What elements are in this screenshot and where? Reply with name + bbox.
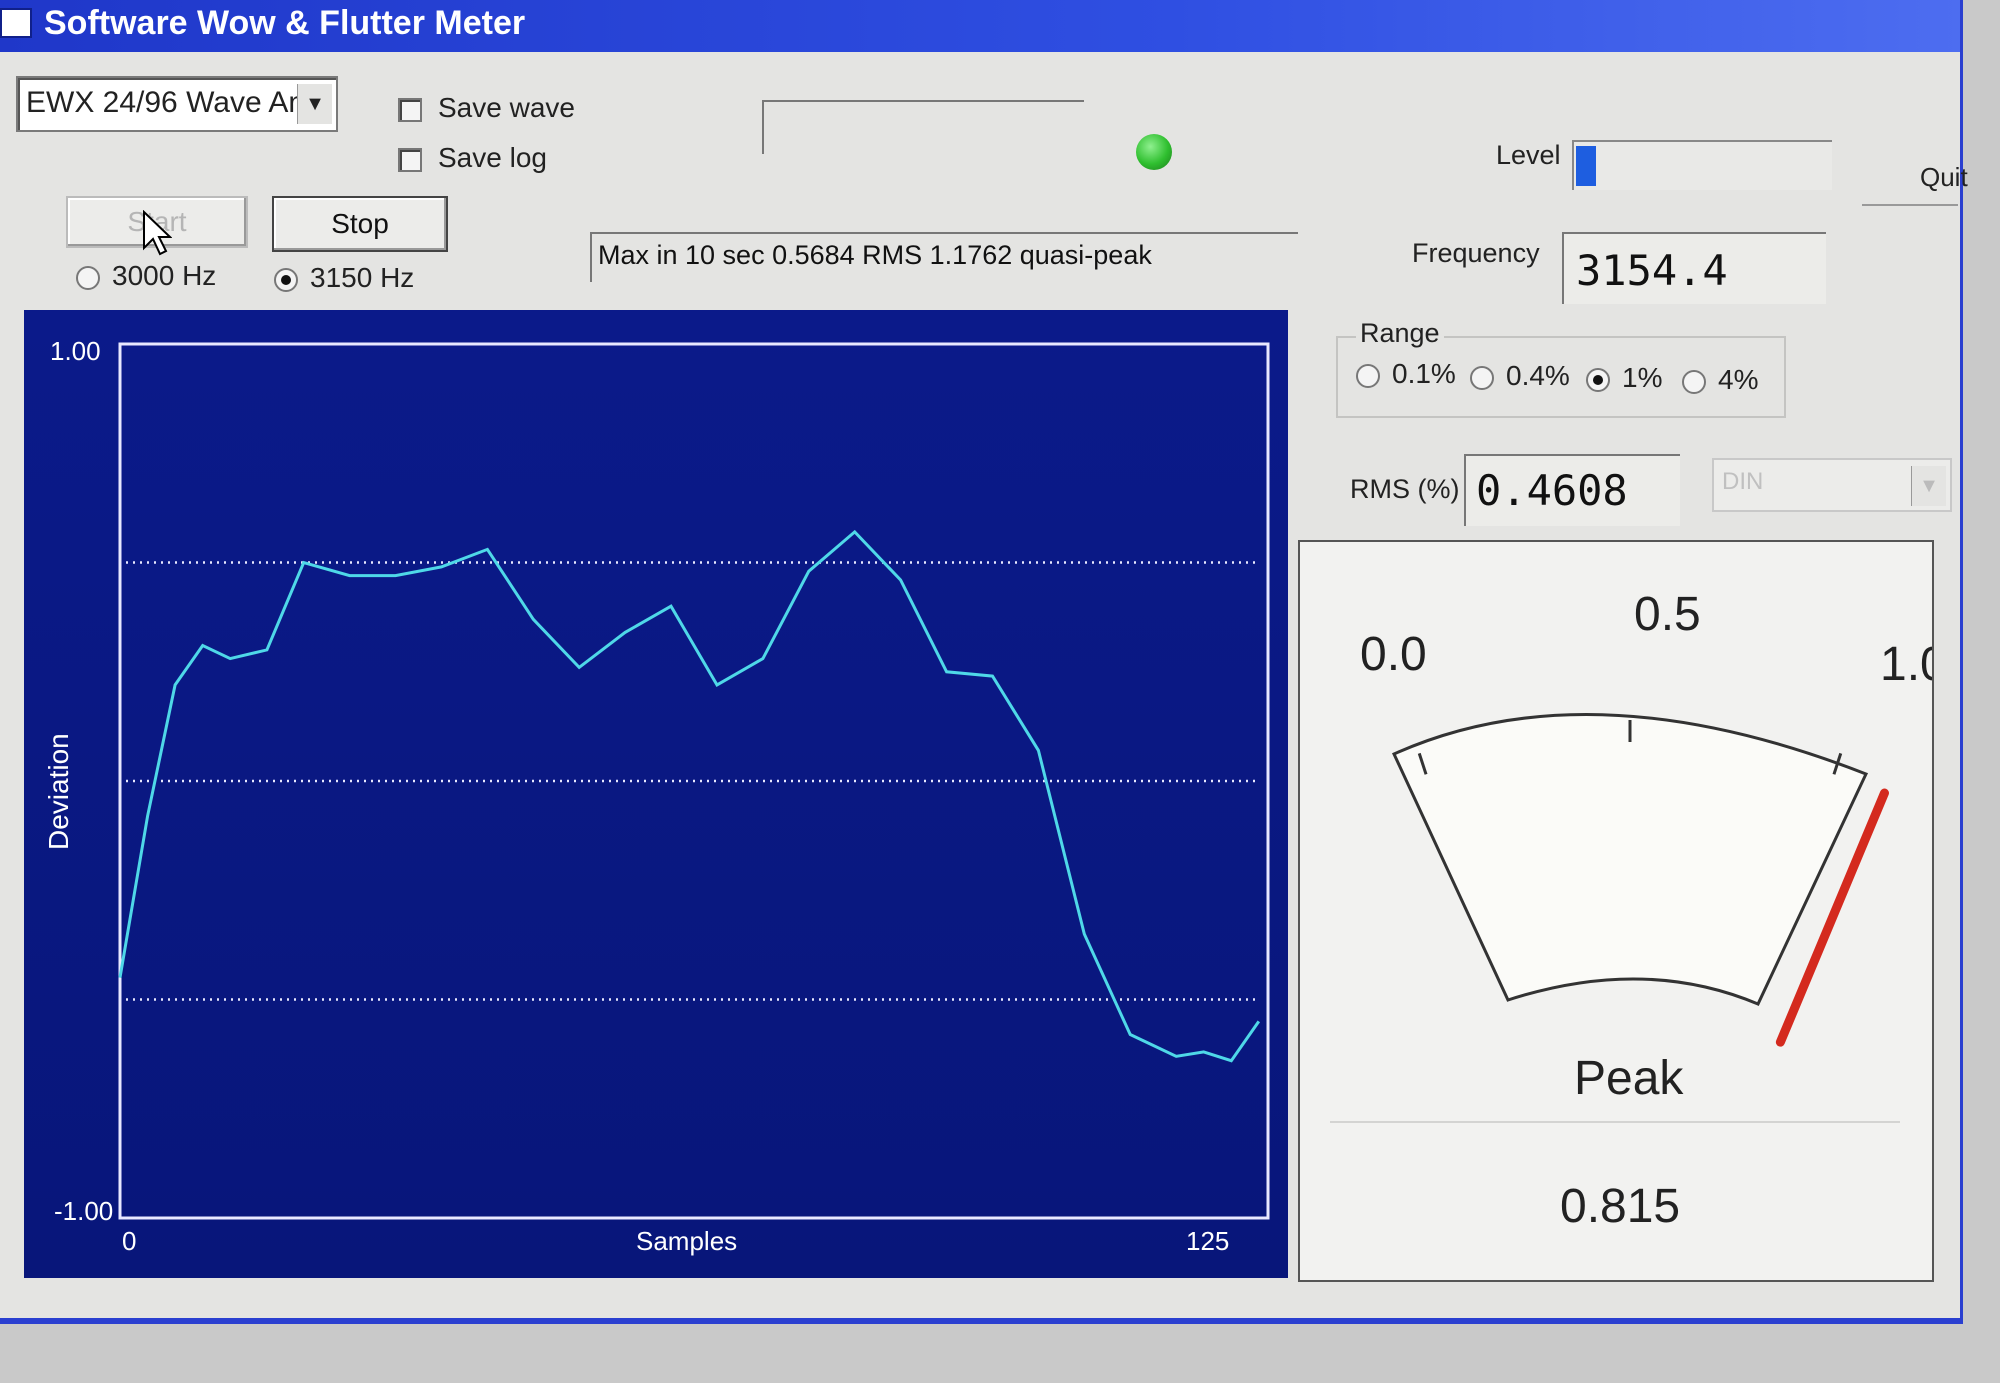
weighting-select[interactable]: DIN ▼ [1712, 458, 1952, 512]
x-min-label: 0 [122, 1226, 136, 1256]
meter-title: Peak [1574, 1052, 1684, 1105]
window-title: Software Wow & Flutter Meter [44, 4, 526, 42]
quit-button-label: Quit [1920, 162, 1968, 192]
deviation-chart: 1.00 -1.00 0 125 Samples Deviation [43, 336, 1270, 1256]
meter-scale-0: 0.0 [1360, 628, 1427, 681]
weighting-select-value: DIN [1722, 468, 1764, 495]
range-4-label: 4% [1718, 364, 1759, 395]
save-log-box[interactable] [398, 147, 422, 172]
y-min-label: -1.00 [54, 1196, 113, 1226]
y-max-label: 1.00 [50, 336, 101, 366]
freq-3000-label: 3000 Hz [112, 260, 217, 291]
status-text: Max in 10 sec 0.5684 RMS 1.1762 quasi-pe… [598, 240, 1152, 270]
device-select[interactable]: EWX 24/96 Wave Ana ▼ [16, 76, 338, 132]
meter-scale-1: 1.0 [1880, 638, 1932, 691]
range-0-4-dot[interactable] [1470, 365, 1494, 390]
level-label: Level [1496, 140, 1561, 170]
range-0-4-label: 0.4% [1506, 360, 1570, 391]
x-max-label: 125 [1186, 1226, 1229, 1256]
range-0-1-dot[interactable] [1356, 363, 1380, 388]
range-4-radio[interactable]: 4% [1682, 364, 1758, 396]
range-label: Range [1356, 318, 1444, 349]
range-0-1-radio[interactable]: 0.1% [1356, 358, 1456, 390]
frequency-value: 3154.4 [1576, 246, 1728, 295]
quit-button[interactable]: Quit [1862, 154, 1968, 206]
deviation-graph: 1.00 -1.00 0 125 Samples Deviation [24, 310, 1288, 1278]
y-axis-title: Deviation [43, 733, 74, 850]
save-wave-label: Save wave [438, 92, 575, 123]
level-meter [1572, 140, 1832, 190]
range-1-dot[interactable] [1586, 367, 1610, 392]
peak-meter: 0.0 0.5 1.0 Peak 0.815 [1227, 540, 1947, 1282]
save-wave-box[interactable] [398, 97, 422, 122]
main-window: Software Wow & Flutter Meter EWX 24/96 W… [0, 0, 1968, 1324]
stop-button-label: Stop [331, 208, 389, 239]
x-axis-title: Samples [636, 1226, 737, 1256]
save-log-checkbox[interactable]: Save log [398, 142, 547, 174]
freq-3000-dot[interactable] [76, 265, 100, 290]
freq-3000-radio[interactable]: 3000 Hz [76, 260, 216, 292]
progress-field [762, 100, 1084, 154]
range-4-dot[interactable] [1682, 369, 1706, 394]
status-text-field: Max in 10 sec 0.5684 RMS 1.1762 quasi-pe… [590, 232, 1298, 282]
frequency-readout: 3154.4 [1562, 232, 1826, 304]
rms-readout: 0.4608 [1464, 454, 1680, 526]
meter-scale-05: 0.5 [1634, 588, 1701, 641]
stop-button[interactable]: Stop [272, 196, 448, 252]
status-indicator-light [1136, 134, 1172, 170]
range-0-4-radio[interactable]: 0.4% [1470, 360, 1570, 392]
save-wave-checkbox[interactable]: Save wave [398, 92, 575, 124]
chevron-down-icon[interactable]: ▼ [297, 84, 332, 124]
range-1-radio[interactable]: 1% [1586, 362, 1662, 394]
freq-3150-radio[interactable]: 3150 Hz [274, 262, 414, 294]
deviation-trace [118, 529, 1261, 1063]
title-bar: Software Wow & Flutter Meter [0, 0, 1960, 52]
peak-meter-dial: 0.0 0.5 1.0 Peak 0.815 [1227, 588, 1947, 1233]
app-icon [0, 8, 32, 38]
range-0-1-label: 0.1% [1392, 358, 1456, 389]
freq-3150-dot[interactable] [274, 267, 298, 292]
chevron-down-icon[interactable]: ▼ [1911, 466, 1946, 506]
frequency-label: Frequency [1412, 238, 1540, 268]
device-select-value: EWX 24/96 Wave Ana [26, 86, 322, 119]
meter-value: 0.815 [1560, 1180, 1680, 1233]
freq-3150-label: 3150 Hz [310, 262, 415, 293]
mouse-cursor [142, 209, 173, 261]
rms-value: 0.4608 [1476, 466, 1628, 515]
save-log-label: Save log [438, 142, 547, 173]
meter-face [1392, 713, 1869, 1006]
rms-label: RMS (%) [1350, 474, 1460, 504]
level-meter-fill [1576, 146, 1597, 186]
range-1-label: 1% [1622, 362, 1663, 393]
